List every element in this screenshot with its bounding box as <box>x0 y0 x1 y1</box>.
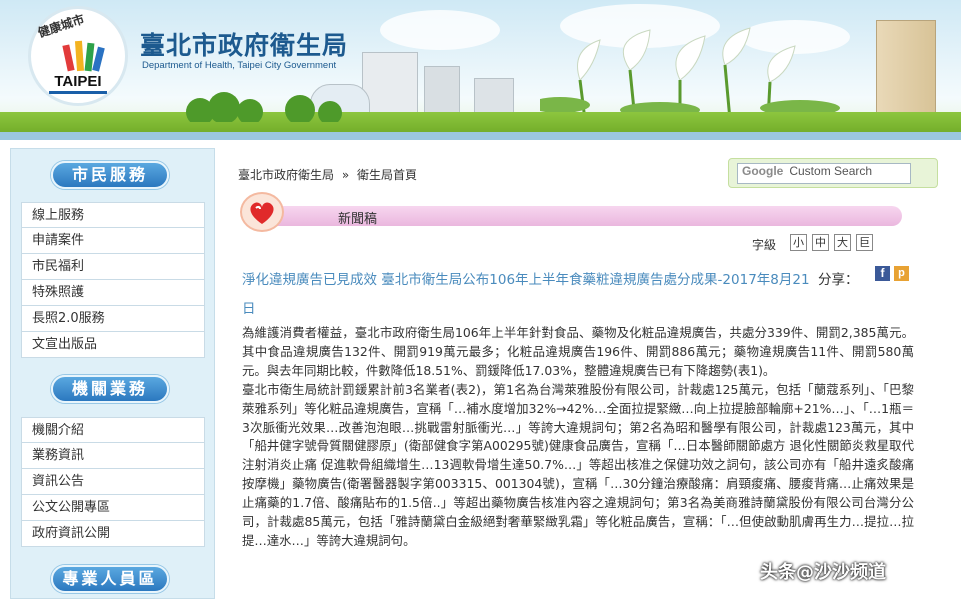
font-size-medium-button[interactable]: 中 <box>812 234 829 251</box>
article-body: 為維護消費者權益，臺北市政府衛生局106年上半年針對食品、藥物及化粧品違規廣告，… <box>242 324 914 551</box>
heart-badge-icon <box>240 192 284 232</box>
breadcrumb-home-link[interactable]: 臺北市政府衛生局 <box>238 168 334 182</box>
section-header-agency-business: 機關業務 <box>51 375 169 403</box>
sidebar: 市民服務 線上服務 申請案件 市民福利 特殊照護 長照2.0服務 文宣出版品 機… <box>10 148 215 599</box>
taipei-logo[interactable]: 健康城市 TAIPEI <box>28 6 128 106</box>
breadcrumb-separator: » <box>341 168 350 182</box>
article-paragraph: 為維護消費者權益，臺北市政府衛生局106年上半年針對食品、藥物及化粧品違規廣告，… <box>242 325 914 378</box>
facebook-icon[interactable]: f <box>875 266 890 281</box>
font-size-label: 字級 <box>752 238 777 252</box>
search-input[interactable]: Google Custom Search <box>737 163 911 184</box>
sidebar-item-gov-info[interactable]: 政府資訊公開 <box>21 521 205 547</box>
main-content: 臺北市政府衛生局 » 衛生局首頁 Google Custom Search 新聞稿… <box>222 148 953 599</box>
building <box>876 20 936 116</box>
breadcrumb-current[interactable]: 衛生局首頁 <box>357 168 417 182</box>
google-brand: Google <box>742 164 784 178</box>
breadcrumb: 臺北市政府衛生局 » 衛生局首頁 <box>238 166 421 183</box>
search-placeholder: Custom Search <box>789 164 873 178</box>
building <box>362 52 418 116</box>
logo-underline <box>49 91 107 94</box>
article-paragraph: 臺北市衛生局統計罰鍰累計前3名業者(表2)，第1名為台灣萊雅股份有限公司，計裁處… <box>242 381 914 548</box>
section-header-citizen-services: 市民服務 <box>51 161 169 189</box>
building <box>424 66 460 116</box>
banner-stripe <box>0 132 961 140</box>
sidebar-item-special-care[interactable]: 特殊照護 <box>21 280 205 306</box>
sidebar-item-applications[interactable]: 申請案件 <box>21 228 205 254</box>
font-size-large-button[interactable]: 大 <box>834 234 851 251</box>
citizen-services-menu: 線上服務 申請案件 市民福利 特殊照護 長照2.0服務 文宣出版品 <box>21 202 205 358</box>
search-box: Google Custom Search <box>728 158 938 188</box>
header-banner: 健康城市 TAIPEI 臺北市政府衛生局 Department of Healt… <box>0 0 961 140</box>
logo-taipei-text: TAIPEI <box>54 73 102 90</box>
sidebar-item-publications[interactable]: 文宣出版品 <box>21 332 205 358</box>
section-header-professionals: 專業人員區 <box>51 565 169 593</box>
calla-lily-flowers <box>540 27 840 120</box>
share-label: 分享： <box>818 272 859 288</box>
cloud <box>380 10 500 50</box>
sidebar-item-online-services[interactable]: 線上服務 <box>21 202 205 228</box>
sidebar-item-citizen-welfare[interactable]: 市民福利 <box>21 254 205 280</box>
plurk-icon[interactable]: p <box>894 266 909 281</box>
sidebar-item-announcements[interactable]: 資訊公告 <box>21 469 205 495</box>
news-section-label: 新聞稿 <box>338 212 378 227</box>
sidebar-item-long-term-care[interactable]: 長照2.0服務 <box>21 306 205 332</box>
font-size-small-button[interactable]: 小 <box>790 234 807 251</box>
agency-business-menu: 機關介紹 業務資訊 資訊公告 公文公開專區 政府資訊公開 <box>21 417 205 547</box>
sidebar-item-agency-intro[interactable]: 機關介紹 <box>21 417 205 443</box>
building <box>474 78 514 116</box>
logo-mark-icon <box>62 40 105 72</box>
font-size-huge-button[interactable]: 巨 <box>856 234 873 251</box>
site-subtitle: Department of Health, Taipei City Govern… <box>142 60 337 71</box>
trees <box>186 92 342 122</box>
article-title: 淨化違規廣告已見成效 臺北市衛生局公布106年上半年食藥粧違規廣告處分成果-20… <box>242 272 810 317</box>
sidebar-item-public-documents[interactable]: 公文公開專區 <box>21 495 205 521</box>
watermark-text: 头条@沙沙频道 <box>760 562 886 583</box>
site-title[interactable]: 臺北市政府衛生局 <box>140 26 348 62</box>
sidebar-item-business-info[interactable]: 業務資訊 <box>21 443 205 469</box>
